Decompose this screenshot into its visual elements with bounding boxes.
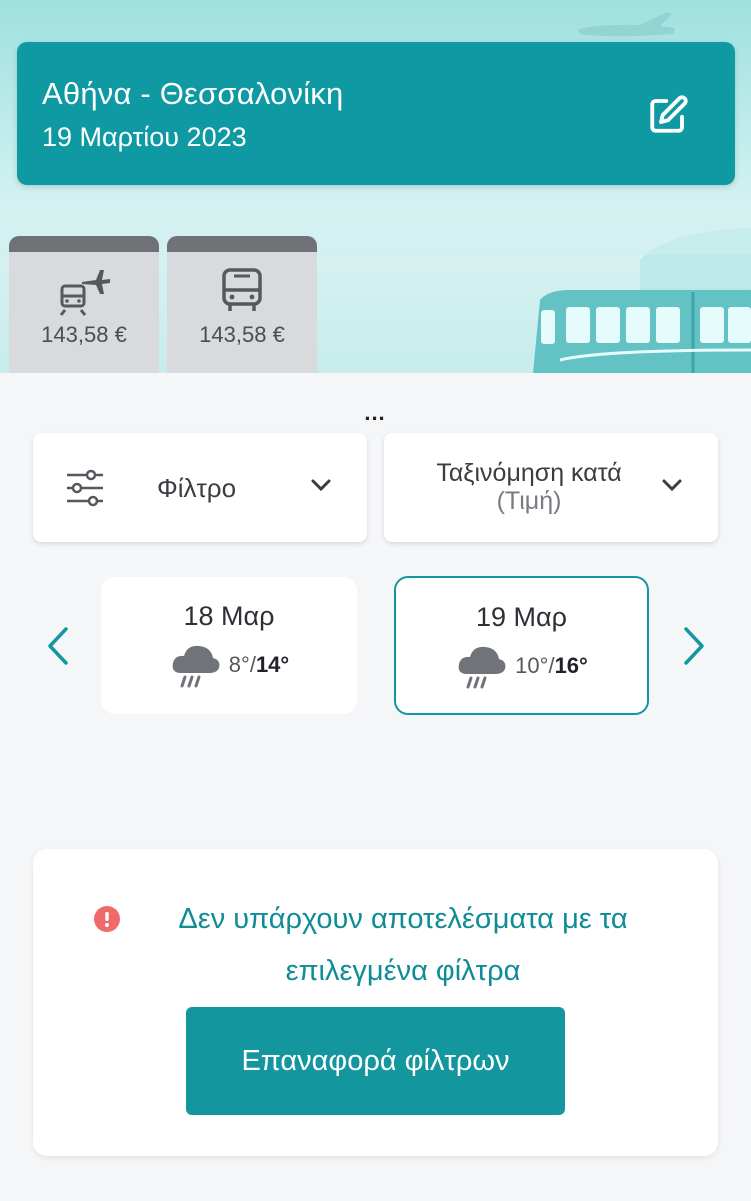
bus-price: 143,58 € <box>199 322 285 347</box>
hero-banner: Αθήνα - Θεσσαλονίκη 19 Μαρτίου 2023 143,… <box>0 0 751 373</box>
no-results-message: Δεν υπάρχουν αποτελέσματα με τα επιλεγμέ… <box>178 903 628 987</box>
date-label: 18 Μαρ <box>183 601 275 631</box>
no-results-card: Δεν υπάρχουν αποτελέσματα με τα επιλεγμέ… <box>33 849 718 1156</box>
filter-button[interactable]: Φίλτρο <box>33 433 367 542</box>
sort-label: Ταξινόμηση κατά (Τιμή) <box>404 459 654 515</box>
rain-cloud-icon <box>458 646 506 689</box>
edit-icon <box>650 95 688 133</box>
date-label: 19 Μαρ <box>476 602 567 632</box>
reset-filters-button[interactable]: Επαναφορά φίλτρων <box>186 1007 565 1115</box>
chevron-down-icon <box>311 479 331 492</box>
route-card: Αθήνα - Θεσσαλονίκη 19 Μαρτίου 2023 <box>17 42 735 185</box>
edit-route-button[interactable] <box>645 92 691 138</box>
temp-high: 14° <box>255 652 290 677</box>
sort-dropdown[interactable]: Ταξινόμηση κατά (Τιμή) <box>384 433 718 542</box>
bus-icon <box>222 268 262 311</box>
date-option[interactable]: 18 Μαρ 8°/14° <box>101 577 357 714</box>
temp-high: 16° <box>554 653 588 678</box>
sliders-icon <box>67 469 103 507</box>
sort-value: (Τιμή) <box>496 487 562 515</box>
alert-circle-icon <box>94 906 120 932</box>
temperature: 10°/16° <box>515 653 588 678</box>
train-plane-icon <box>59 270 110 316</box>
chevron-down-icon <box>662 479 682 492</box>
route-title: Αθήνα - Θεσσαλονίκη <box>42 76 344 111</box>
mode-tab-bus[interactable]: 143,58 € <box>167 236 317 373</box>
temp-low: 8° <box>228 652 250 677</box>
temp-low: 10° <box>515 653 549 678</box>
date-option-selected[interactable]: 19 Μαρ 10°/16° <box>394 576 649 715</box>
tab-topbar <box>167 236 317 252</box>
more-options[interactable]: ... <box>360 400 390 426</box>
chevron-left-icon[interactable] <box>44 625 74 667</box>
tab-topbar <box>9 236 159 252</box>
rain-cloud-icon <box>172 645 220 688</box>
sort-title: Ταξινόμηση κατά <box>436 459 622 487</box>
filter-label: Φίλτρο <box>157 473 237 503</box>
temperature: 8°/14° <box>228 652 290 677</box>
train-plane-price: 143,58 € <box>41 322 127 347</box>
mode-tab-train-plane[interactable]: 143,58 € <box>9 236 159 373</box>
chevron-right-icon[interactable] <box>678 625 708 667</box>
route-date: 19 Μαρτίου 2023 <box>42 122 247 152</box>
